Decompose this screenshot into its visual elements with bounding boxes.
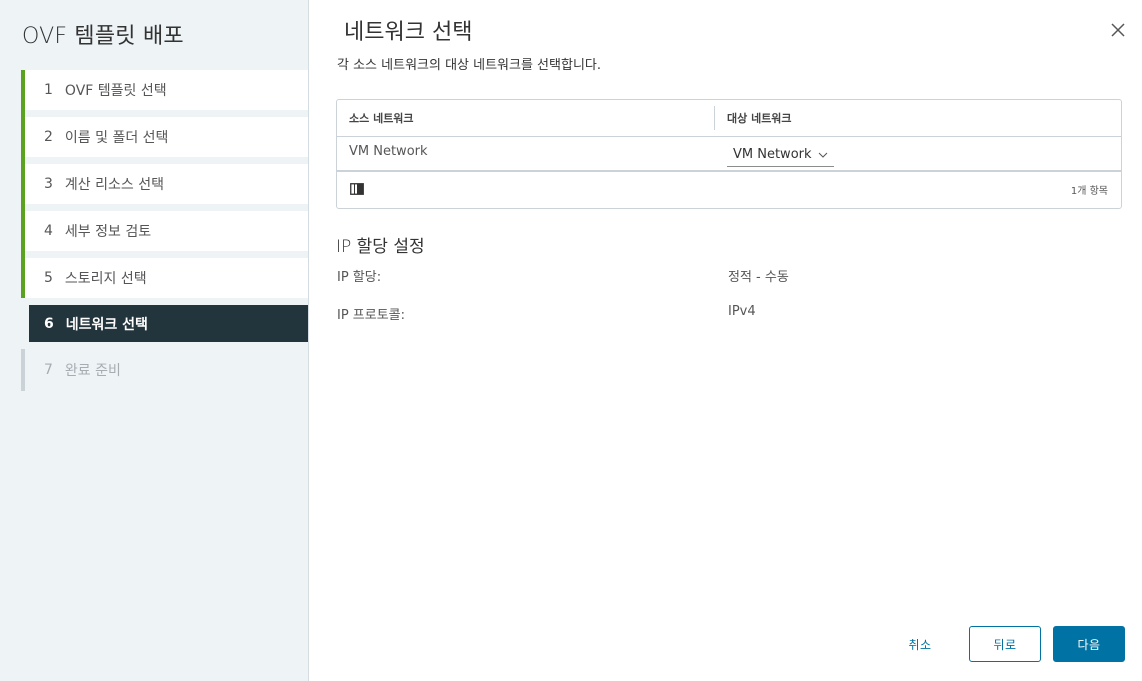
wizard-sidebar: OVF 템플릿 배포 1 OVF 템플릿 선택 2 이름 및 폴더 선택 3 계…	[0, 0, 309, 681]
step-label: 계산 리소스 선택	[64, 177, 164, 193]
ip-allocation-label: IP 할당:	[337, 270, 382, 285]
step-select-network[interactable]: 6 네트워크 선택	[21, 305, 308, 342]
grid-item-count: 1개 항목	[1070, 185, 1108, 197]
destination-network-select[interactable]: VM Network	[727, 143, 834, 167]
step-number: 7	[44, 362, 53, 378]
step-number: 5	[44, 270, 53, 286]
ip-protocol-label: IP 프로토콜:	[337, 308, 406, 323]
ip-allocation-value: 정적 - 수동	[728, 270, 789, 285]
step-select-name-folder[interactable]: 2 이름 및 폴더 선택	[21, 110, 308, 157]
grid-footer: 1개 항목	[337, 172, 1121, 206]
wizard-steps: 1 OVF 템플릿 선택 2 이름 및 폴더 선택 3 계산 리소스 선택 4 …	[21, 70, 308, 398]
step-select-ovf-template[interactable]: 1 OVF 템플릿 선택	[21, 70, 308, 110]
step-select-compute-resource[interactable]: 3 계산 리소스 선택	[21, 157, 308, 204]
network-mapping-grid: 소스 네트워크 대상 네트워크 VM Network VM Network 1개…	[336, 99, 1122, 209]
close-button[interactable]	[1110, 22, 1130, 42]
step-label: 이름 및 폴더 선택	[64, 130, 169, 146]
next-button[interactable]: 다음	[1053, 626, 1125, 662]
cancel-button[interactable]: 취소	[894, 626, 946, 662]
step-number: 2	[44, 129, 53, 145]
column-toggle-icon[interactable]	[350, 183, 364, 195]
step-select-storage[interactable]: 5 스토리지 선택	[21, 251, 308, 298]
step-label: 스토리지 선택	[64, 271, 147, 287]
column-header-source-network[interactable]: 소스 네트워크	[337, 106, 715, 130]
grid-header: 소스 네트워크 대상 네트워크	[337, 100, 1121, 137]
step-label: OVF 템플릿 선택	[64, 83, 167, 99]
destination-network-value: VM Network	[733, 147, 812, 162]
wizard-main: 네트워크 선택 각 소스 네트워크의 대상 네트워크를 선택합니다. 소스 네트…	[310, 0, 1142, 681]
step-label: 네트워크 선택	[65, 316, 148, 333]
table-row: VM Network VM Network	[337, 137, 1121, 172]
source-network-cell: VM Network	[349, 144, 428, 159]
step-number: 1	[44, 82, 53, 98]
step-number: 3	[44, 176, 53, 192]
step-review-details[interactable]: 4 세부 정보 검토	[21, 204, 308, 251]
step-ready-to-complete: 7 완료 준비	[21, 349, 308, 391]
close-icon	[1111, 23, 1125, 37]
wizard-title: OVF 템플릿 배포	[22, 24, 184, 49]
ip-protocol-value: IPv4	[728, 304, 756, 319]
column-header-destination-network[interactable]: 대상 네트워크	[715, 100, 1121, 136]
step-label: 완료 준비	[64, 363, 121, 379]
step-number: 4	[44, 223, 53, 239]
back-button[interactable]: 뒤로	[969, 626, 1041, 662]
step-number: 6	[44, 315, 54, 332]
step-label: 세부 정보 검토	[64, 224, 152, 240]
page-description: 각 소스 네트워크의 대상 네트워크를 선택합니다.	[337, 58, 601, 73]
destination-network-cell: VM Network	[715, 137, 1121, 170]
ip-allocation-settings-title: IP 할당 설정	[336, 237, 425, 257]
chevron-down-icon	[818, 152, 827, 158]
page-title: 네트워크 선택	[344, 20, 473, 45]
